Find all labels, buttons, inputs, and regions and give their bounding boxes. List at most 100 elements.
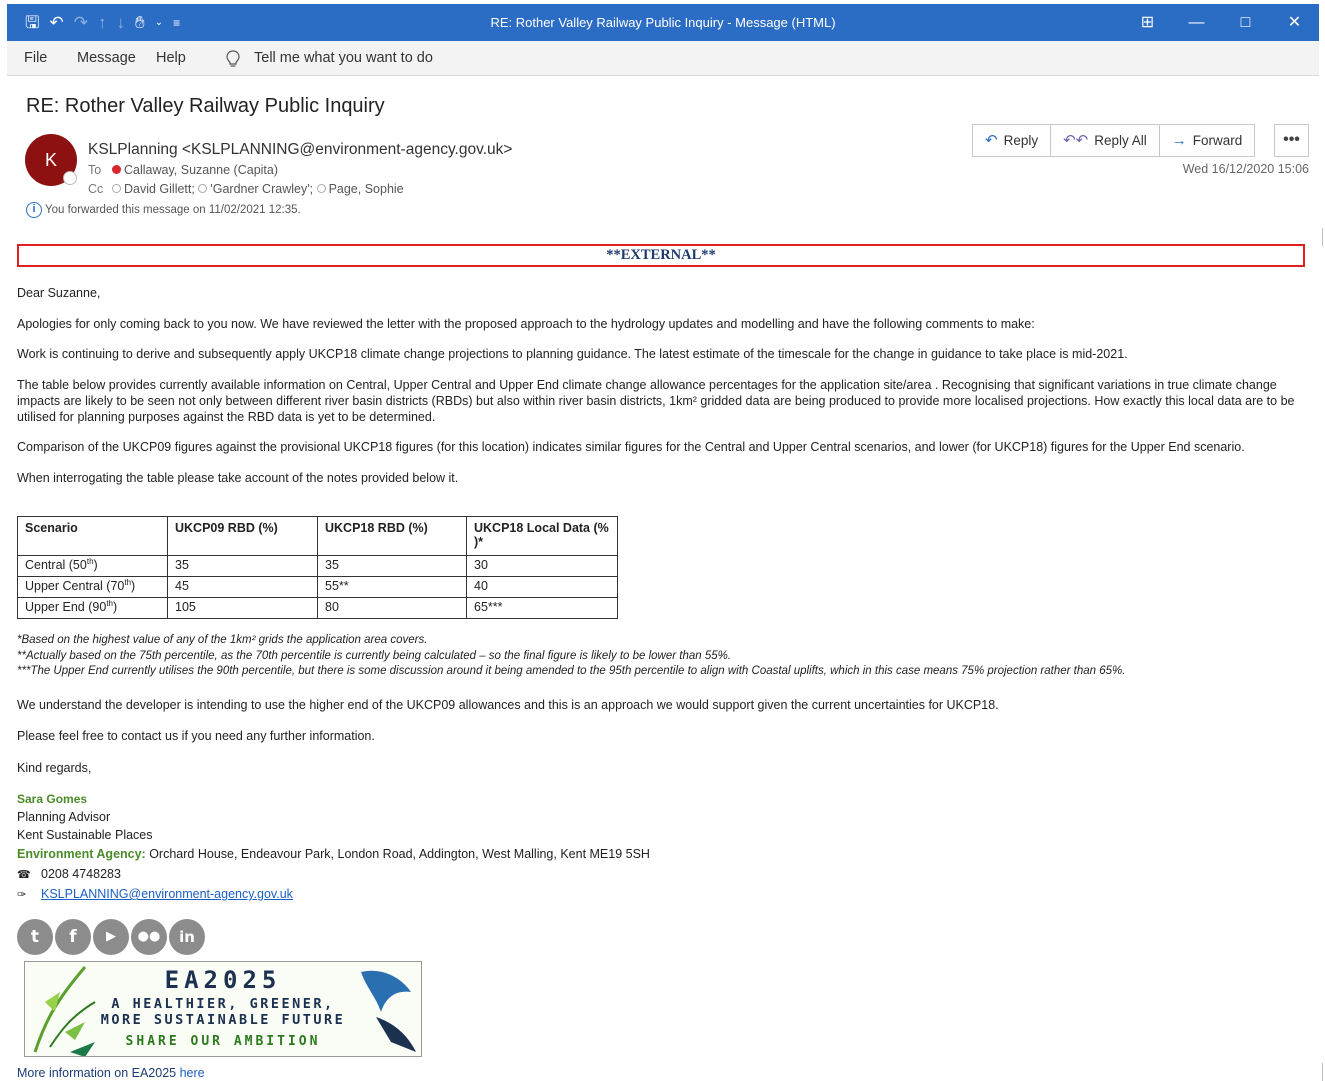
lightbulb-icon bbox=[226, 50, 240, 67]
window-controls: ⊞ — □ ✕ bbox=[1123, 4, 1319, 41]
signature-role: Planning Advisor bbox=[17, 810, 111, 824]
cc-line: Cc David Gillett; 'Gardner Crawley'; Page… bbox=[88, 182, 404, 196]
signature-email-line: ✑ KSLPLANNING@environment-agency.gov.uk bbox=[17, 887, 293, 901]
facebook-icon[interactable]: f bbox=[55, 919, 91, 955]
paragraph: Please feel free to contact us if you ne… bbox=[17, 729, 375, 743]
message-actions: ↶ Reply ↶↶ Reply All → Forward bbox=[972, 124, 1256, 157]
table-cell: 35 bbox=[167, 555, 318, 577]
presence-busy-icon bbox=[112, 165, 121, 175]
org-label: Environment Agency: bbox=[17, 847, 146, 861]
allowance-table: Scenario UKCP09 RBD (%) UKCP18 RBD (%) U… bbox=[17, 516, 618, 619]
table-cell: Central (50th) bbox=[17, 555, 168, 577]
scrollbar-track[interactable] bbox=[1322, 228, 1323, 246]
flickr-icon[interactable]: ●● bbox=[131, 919, 167, 955]
table-note: **Actually based on the 75th percentile,… bbox=[17, 649, 732, 662]
banner-tagline: A HEALTHIER, GREENER, MORE SUSTAINABLE F… bbox=[25, 996, 421, 1028]
banner-cta: SHARE OUR AMBITION bbox=[125, 1034, 321, 1049]
title-bar: 🖫 ↶ ↷ ↑ ↓ ✋︎ ⌄ ≡ RE: Rother Valley Railw… bbox=[7, 4, 1319, 41]
paragraph: When interrogating the table please take… bbox=[17, 471, 459, 485]
table-cell: 45 bbox=[167, 576, 318, 598]
cc-recipient[interactable]: David Gillett; bbox=[124, 182, 195, 196]
presence-unknown-icon bbox=[198, 184, 208, 194]
sent-date: Wed 16/12/2020 15:06 bbox=[1182, 162, 1309, 176]
to-recipient[interactable]: Callaway, Suzanne (Capita) bbox=[124, 163, 278, 177]
forward-info-text: You forwarded this message on 11/02/2021… bbox=[45, 204, 301, 217]
paragraph: Apologies for only coming back to you no… bbox=[17, 317, 1035, 331]
table-cell: 65*** bbox=[466, 597, 618, 619]
ea2025-banner[interactable]: EA2025 A HEALTHIER, GREENER, MORE SUSTAI… bbox=[24, 961, 422, 1057]
reply-all-button[interactable]: ↶↶ Reply All bbox=[1050, 124, 1160, 157]
table-note: *Based on the highest value of any of th… bbox=[17, 634, 428, 646]
linkedin-icon[interactable]: in bbox=[169, 919, 205, 955]
maximize-icon[interactable]: □ bbox=[1221, 4, 1270, 41]
here-link[interactable]: here bbox=[180, 1066, 205, 1080]
email-link[interactable]: KSLPLANNING@environment-agency.gov.uk bbox=[41, 887, 293, 901]
cc-recipient[interactable]: 'Gardner Crawley'; bbox=[210, 182, 313, 196]
menu-file[interactable]: File bbox=[24, 41, 47, 76]
table-note: ***The Upper End currently utilises the … bbox=[17, 665, 1126, 677]
forward-info: i You forwarded this message on 11/02/202… bbox=[26, 202, 301, 218]
more-info-line: More information on EA2025 here bbox=[17, 1066, 205, 1080]
signature-team: Kent Sustainable Places bbox=[17, 828, 153, 842]
forward-button[interactable]: → Forward bbox=[1158, 124, 1256, 157]
scrollbar-track[interactable] bbox=[1322, 1063, 1323, 1081]
paragraph: The table below provides currently avail… bbox=[17, 378, 1295, 424]
table-header: UKCP18 RBD (%) bbox=[317, 516, 467, 556]
table-row: Upper Central (70th) 45 55** 40 bbox=[17, 576, 618, 598]
reply-all-icon: ↶↶ bbox=[1063, 132, 1089, 149]
banner-title: EA2025 bbox=[164, 966, 282, 994]
table-notes: *Based on the highest value of any of th… bbox=[17, 633, 1125, 680]
cc-recipient[interactable]: Page, Sophie bbox=[329, 182, 404, 196]
forward-icon: → bbox=[1171, 132, 1187, 149]
twitter-icon[interactable]: t bbox=[17, 919, 53, 955]
signature-address-line: Environment Agency: Orchard House, Endea… bbox=[17, 847, 650, 861]
reply-label: Reply bbox=[1003, 133, 1039, 148]
signature-phone-line: ☎ 0208 4748283 bbox=[17, 867, 121, 881]
reply-button[interactable]: ↶ Reply bbox=[972, 124, 1052, 157]
external-banner: **EXTERNAL** bbox=[17, 244, 1305, 267]
banner-line: MORE SUSTAINABLE FUTURE bbox=[100, 1012, 346, 1028]
menu-message[interactable]: Message bbox=[77, 41, 136, 76]
table-row: Central (50th) 35 35 30 bbox=[17, 555, 618, 577]
paragraph: Comparison of the UKCP09 figures against… bbox=[17, 440, 1245, 454]
address: Orchard House, Endeavour Park, London Ro… bbox=[145, 847, 650, 861]
presence-unknown-icon bbox=[112, 184, 121, 194]
minimize-icon[interactable]: — bbox=[1172, 4, 1221, 41]
more-actions-button[interactable]: ••• bbox=[1274, 124, 1309, 157]
menu-bar: File Message Help Tell me what you want … bbox=[7, 41, 1319, 76]
table-header-row: Scenario UKCP09 RBD (%) UKCP18 RBD (%) U… bbox=[17, 516, 618, 556]
menu-help[interactable]: Help bbox=[156, 41, 186, 76]
table-header: UKCP18 Local Data (% )* bbox=[466, 516, 618, 556]
reply-all-label: Reply All bbox=[1094, 133, 1147, 148]
sender[interactable]: KSLPlanning <KSLPLANNING@environment-age… bbox=[88, 141, 512, 159]
banner-line: A HEALTHIER, GREENER, bbox=[111, 996, 335, 1012]
closing: Kind regards, bbox=[17, 761, 92, 775]
presence-indicator bbox=[63, 171, 77, 185]
info-icon: i bbox=[26, 202, 42, 218]
social-links: t f ▶ ●● in bbox=[17, 919, 205, 955]
table-cell: 80 bbox=[317, 597, 467, 619]
forward-label: Forward bbox=[1192, 133, 1243, 148]
table-cell: Upper Central (70th) bbox=[17, 576, 168, 598]
table-cell: 40 bbox=[466, 576, 618, 598]
greeting: Dear Suzanne, bbox=[17, 286, 101, 300]
paragraph: We understand the developer is intending… bbox=[17, 698, 999, 712]
message-subject: RE: Rother Valley Railway Public Inquiry bbox=[26, 95, 385, 117]
table-cell: 105 bbox=[167, 597, 318, 619]
close-icon[interactable]: ✕ bbox=[1270, 4, 1319, 41]
table-cell: 30 bbox=[466, 555, 618, 577]
ribbon-display-icon[interactable]: ⊞ bbox=[1123, 4, 1172, 41]
phone-number: 0208 4748283 bbox=[41, 867, 121, 881]
more-info-text: More information on EA2025 bbox=[17, 1066, 180, 1080]
to-line: To Callaway, Suzanne (Capita) bbox=[88, 163, 278, 177]
table-header: UKCP09 RBD (%) bbox=[167, 516, 318, 556]
tell-me-search[interactable]: Tell me what you want to do bbox=[254, 41, 433, 76]
youtube-icon[interactable]: ▶ bbox=[93, 919, 129, 955]
paragraph: Work is continuing to derive and subsequ… bbox=[17, 347, 1128, 361]
reply-icon: ↶ bbox=[985, 132, 998, 149]
table-cell: Upper End (90th) bbox=[17, 597, 168, 619]
cc-label: Cc bbox=[88, 182, 104, 196]
table-row: Upper End (90th) 105 80 65*** bbox=[17, 597, 618, 619]
phone-icon: ☎ bbox=[17, 869, 31, 881]
signature-name: Sara Gomes bbox=[17, 792, 88, 806]
